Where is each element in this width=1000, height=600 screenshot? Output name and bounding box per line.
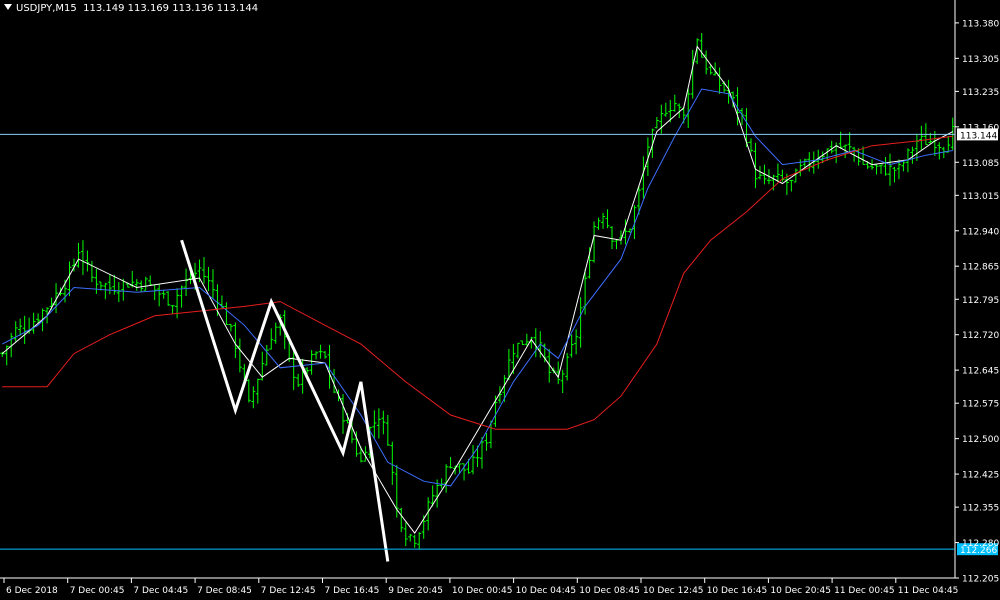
y-tick-label: 113.160	[962, 123, 999, 133]
y-tick-label: 112.865	[962, 263, 999, 273]
y-tick-label: 112.575	[962, 400, 999, 410]
x-tick-label: 10 Dec 08:45	[579, 586, 640, 596]
x-tick-label: 10 Dec 00:45	[452, 586, 513, 596]
x-tick-label: 9 Dec 20:45	[388, 586, 443, 596]
x-tick-label: 10 Dec 16:45	[707, 586, 768, 596]
y-tick-label: 112.500	[962, 435, 999, 445]
x-tick-label: 10 Dec 04:45	[516, 586, 577, 596]
y-tick-label: 113.305	[962, 55, 999, 65]
moving-average-mid	[1, 88, 953, 487]
x-tick-label: 10 Dec 20:45	[770, 586, 831, 596]
y-tick-label: 112.425	[962, 471, 999, 481]
ohlc-values: 113.149 113.169 113.136 113.144	[83, 3, 259, 14]
chart-menu-triangle-icon[interactable]	[4, 4, 12, 10]
y-tick-label: 112.205	[962, 575, 999, 585]
x-tick-label: 7 Dec 08:45	[197, 586, 252, 596]
price-chart[interactable]: 113.144112.266113.380113.305113.235113.1…	[0, 0, 1000, 600]
y-tick-label: 112.280	[962, 539, 999, 549]
y-tick-label: 112.795	[962, 296, 999, 306]
symbol-label: USDJPY,M15	[16, 3, 77, 14]
x-tick-label: 7 Dec 00:45	[70, 586, 125, 596]
y-tick-label: 113.085	[962, 159, 999, 169]
x-tick-label: 7 Dec 16:45	[325, 586, 380, 596]
x-tick-label: 7 Dec 12:45	[261, 586, 316, 596]
y-tick-label: 112.355	[962, 504, 999, 514]
y-tick-label: 113.380	[962, 19, 999, 29]
y-tick-label: 112.940	[962, 227, 999, 237]
chart-header: USDJPY,M15 113.149 113.169 113.136 113.1…	[4, 3, 258, 14]
x-tick-label: 10 Dec 12:45	[643, 586, 704, 596]
x-tick-label: 11 Dec 00:45	[834, 586, 895, 596]
y-tick-label: 112.645	[962, 367, 999, 377]
moving-average-slow	[2, 135, 953, 430]
x-tick-label: 7 Dec 04:45	[133, 586, 188, 596]
y-tick-label: 112.720	[962, 331, 999, 341]
y-tick-label: 113.235	[962, 88, 999, 98]
y-tick-label: 113.015	[962, 192, 999, 202]
x-tick-label: 6 Dec 2018	[6, 586, 58, 596]
x-tick-label: 11 Dec 04:45	[898, 586, 959, 596]
